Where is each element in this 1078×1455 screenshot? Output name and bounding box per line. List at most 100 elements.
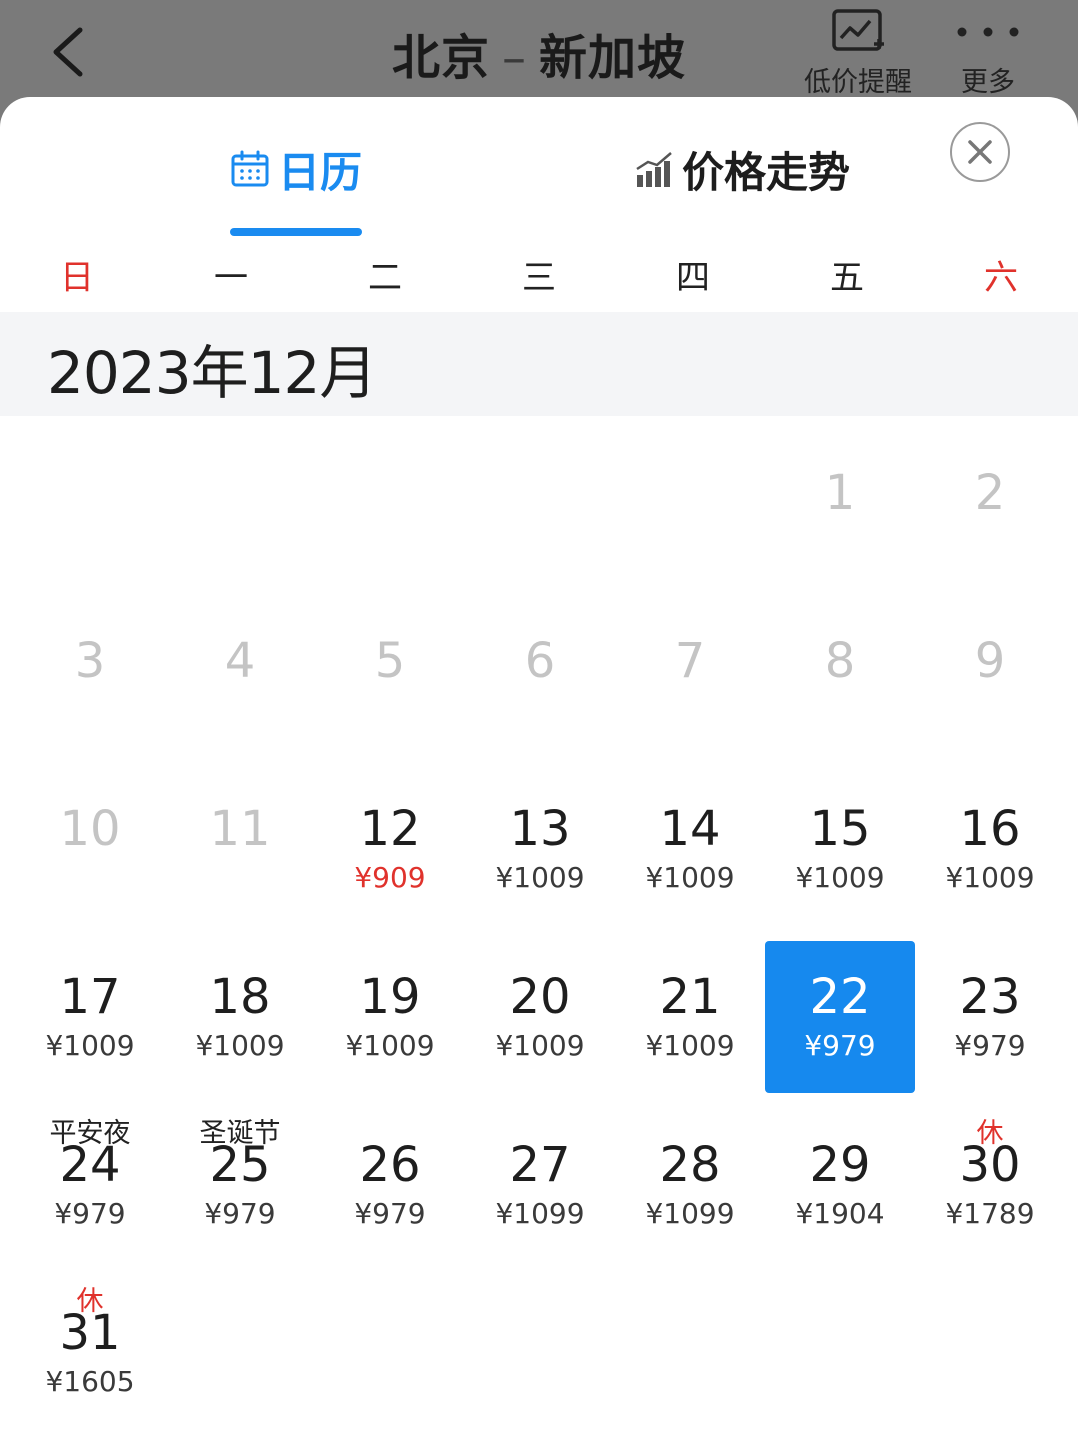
- calendar-day: 4: [165, 605, 315, 757]
- day-number: 11: [209, 801, 271, 857]
- day-number: 1: [824, 465, 856, 521]
- tab-calendar[interactable]: 日历: [230, 137, 362, 201]
- calendar-day: 3: [15, 605, 165, 757]
- calendar-day[interactable]: 13 ¥1009: [465, 773, 615, 925]
- calendar-day: 8: [765, 605, 915, 757]
- calendar-day[interactable]: 圣诞节 25 ¥979: [165, 1109, 315, 1261]
- calendar-day[interactable]: 27 ¥1099: [465, 1109, 615, 1261]
- day-number: 20: [509, 969, 571, 1025]
- day-number: 7: [674, 633, 706, 689]
- day-price: ¥979: [804, 1029, 876, 1062]
- weekday-sun: 日: [60, 258, 94, 298]
- weekday-fri: 五: [830, 258, 864, 298]
- month-title: 2023年12月: [47, 339, 377, 407]
- day-number: 16: [959, 801, 1021, 857]
- day-number: 29: [809, 1137, 871, 1193]
- calendar-day[interactable]: 23 ¥979: [915, 941, 1065, 1093]
- more-button[interactable]: 更多: [918, 8, 1058, 100]
- day-price: ¥1009: [195, 1029, 285, 1062]
- day-number: 21: [659, 969, 721, 1025]
- day-price: ¥1099: [645, 1197, 735, 1230]
- calendar-day[interactable]: 15 ¥1009: [765, 773, 915, 925]
- month-header: 2023年12月: [0, 312, 1078, 416]
- day-price: ¥909: [354, 861, 426, 894]
- day-price: ¥1009: [645, 861, 735, 894]
- day-number: 24: [59, 1137, 121, 1193]
- route-dash: –: [502, 30, 527, 86]
- weekday-wed: 三: [522, 258, 556, 298]
- day-number: 13: [509, 801, 571, 857]
- calendar-day[interactable]: 20 ¥1009: [465, 941, 615, 1093]
- calendar-day[interactable]: 26 ¥979: [315, 1109, 465, 1261]
- bar-chart-icon: [636, 152, 672, 187]
- day-number: 15: [809, 801, 871, 857]
- day-price: ¥1789: [945, 1197, 1035, 1230]
- more-dots-icon: [957, 27, 1019, 37]
- tab-price-trend-label: 价格走势: [682, 147, 851, 197]
- calendar-day: 6: [465, 605, 615, 757]
- calendar-day[interactable]: 14 ¥1009: [615, 773, 765, 925]
- day-price: ¥979: [354, 1197, 426, 1230]
- calendar-day: 5: [315, 605, 465, 757]
- day-number: 4: [224, 633, 256, 689]
- day-number: 14: [659, 801, 721, 857]
- day-number: 28: [659, 1137, 721, 1193]
- price-alert-button[interactable]: 低价提醒: [788, 8, 928, 100]
- calendar-day: 10: [15, 773, 165, 925]
- weekday-sat: 六: [984, 258, 1018, 298]
- weekday-mon: 一: [214, 258, 248, 298]
- day-number: 18: [209, 969, 271, 1025]
- top-bar: 北京 – 新加坡 低价提醒 更多: [0, 0, 1078, 110]
- day-number: 19: [359, 969, 421, 1025]
- day-price: ¥1099: [495, 1197, 585, 1230]
- calendar-day[interactable]: 休 31 ¥1605: [15, 1277, 165, 1429]
- calendar-day[interactable]: 21 ¥1009: [615, 941, 765, 1093]
- weekday-row: 日 一 二 三 四 五 六: [0, 247, 1078, 309]
- day-number: 9: [974, 633, 1006, 689]
- tab-calendar-label: 日历: [278, 147, 363, 197]
- weekday-thu: 四: [676, 258, 710, 298]
- tab-price-trend[interactable]: 价格走势: [634, 137, 850, 201]
- calendar-day: 1: [765, 437, 915, 589]
- calendar-day[interactable]: 17 ¥1009: [15, 941, 165, 1093]
- calendar-day[interactable]: 28 ¥1099: [615, 1109, 765, 1261]
- day-price: ¥979: [954, 1029, 1026, 1062]
- day-number: 25: [209, 1137, 271, 1193]
- destination-city: 新加坡: [539, 30, 687, 86]
- calendar-day[interactable]: 18 ¥1009: [165, 941, 315, 1093]
- weekday-tue: 二: [368, 258, 402, 298]
- day-number: 6: [524, 633, 556, 689]
- day-number: 23: [959, 969, 1021, 1025]
- day-price: ¥1009: [345, 1029, 435, 1062]
- day-price: ¥1009: [945, 861, 1035, 894]
- calendar-day[interactable]: 29 ¥1904: [765, 1109, 915, 1261]
- active-tab-indicator: [230, 228, 362, 236]
- day-number: 26: [359, 1137, 421, 1193]
- day-price: ¥1009: [645, 1029, 735, 1062]
- calendar-day[interactable]: 休 30 ¥1789: [915, 1109, 1065, 1261]
- calendar-day[interactable]: 平安夜 24 ¥979: [15, 1109, 165, 1261]
- calendar-day[interactable]: 16 ¥1009: [915, 773, 1065, 925]
- date-picker-sheet: 日历 价格走势 日 一 二 三 四 五 六 2023年12月 123456789…: [0, 97, 1078, 1455]
- close-icon: [968, 140, 992, 164]
- day-number: 3: [74, 633, 106, 689]
- day-number: 10: [59, 801, 121, 857]
- day-number: 30: [959, 1137, 1021, 1193]
- calendar-icon: [231, 150, 269, 187]
- origin-city: 北京: [391, 30, 490, 86]
- day-number: 12: [359, 801, 421, 857]
- day-price: ¥1009: [495, 861, 585, 894]
- calendar-day[interactable]: 12 ¥909: [315, 773, 465, 925]
- price-alert-icon: [832, 9, 884, 51]
- calendar-day-selected[interactable]: 22 ¥979: [765, 941, 915, 1093]
- day-price: ¥1009: [495, 1029, 585, 1062]
- close-button[interactable]: [950, 122, 1010, 182]
- day-number: 8: [824, 633, 856, 689]
- day-number: 31: [59, 1305, 121, 1361]
- calendar-day: 7: [615, 605, 765, 757]
- calendar-day: 11: [165, 773, 315, 925]
- day-number: 5: [374, 633, 406, 689]
- day-number: 2: [974, 465, 1006, 521]
- calendar-day[interactable]: 19 ¥1009: [315, 941, 465, 1093]
- day-price: ¥979: [204, 1197, 276, 1230]
